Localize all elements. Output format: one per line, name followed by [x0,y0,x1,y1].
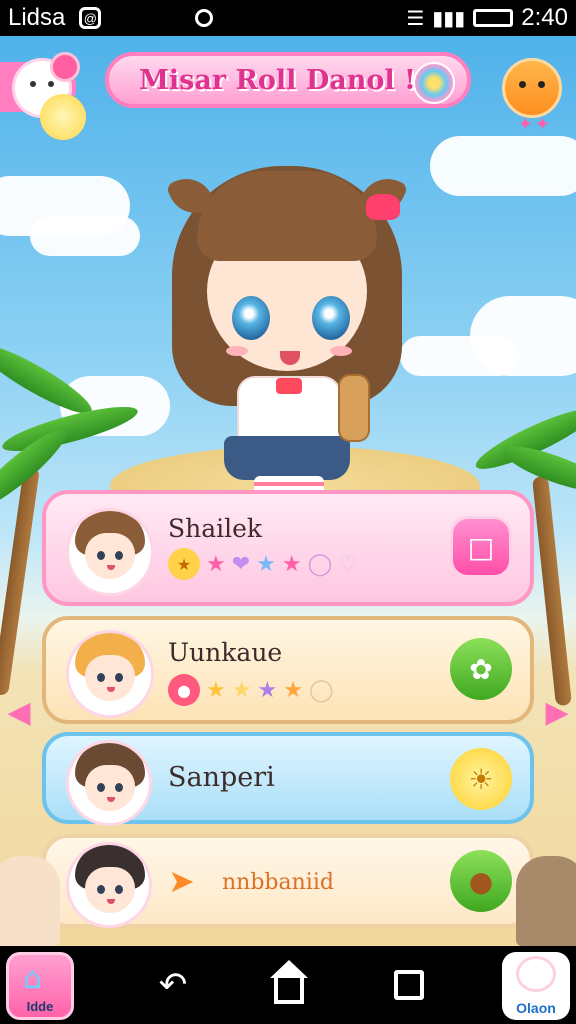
recent-apps-button[interactable] [386,962,432,1008]
avatar [66,740,152,826]
heart-icon: ❤ [231,551,251,577]
heart-icon: ♡ [338,551,358,577]
back-arrow-icon: ↶ [158,965,188,1005]
system-navigation-bar: ⌂ Idde ↶ Olaon [0,946,576,1024]
cloud [30,216,140,256]
back-button[interactable]: ↶ [150,962,196,1008]
signal-icon: ▮▮▮ [432,7,466,30]
ring-icon: ◯ [308,677,334,703]
star-icon: ★ [206,551,226,577]
home-button[interactable] [266,960,312,1008]
sync-icon [195,9,214,27]
star-icon: ★ [283,677,303,703]
leaf-icon: ➤ [168,862,195,900]
hair-bow [366,194,400,220]
character-card[interactable]: ➤ nnbbaniid ● [42,834,534,928]
character-name: Sanperi [168,762,275,793]
palm-tree-trunk [0,466,40,696]
background-dog [516,856,576,946]
title-banner[interactable]: Misar Roll Danol ! [105,52,471,108]
sun-button[interactable]: ☀ [450,748,512,810]
star-icon: ★ [281,551,302,577]
flower-icon [50,52,80,82]
sparkle-icon: ✦✦ [517,114,552,135]
prev-arrow-icon[interactable]: ◀ [6,696,32,730]
badge-icon: ★ [168,548,200,580]
notification-icon: @ [79,7,102,29]
star-icon: ★ [206,677,226,703]
wifi-icon: ☰ [406,7,425,30]
avatar [66,508,154,596]
avatar [66,630,154,718]
next-arrow-icon[interactable]: ▶ [544,696,570,730]
palm-tree-trunk [532,475,572,707]
carrier-name: Lidsa [8,4,66,31]
background-cat [0,856,60,946]
gift-box-button[interactable]: □ [450,516,512,578]
fox-mascot-icon[interactable] [502,58,562,118]
status-bar: Lidsa @ ☰ ▮▮▮ 2:40 [0,0,576,36]
fruit-flower-button[interactable]: ✿ [450,638,512,700]
cloud [430,136,576,196]
character-name: nnbbaniid [222,870,334,895]
avatar [66,842,152,928]
clan-app-button[interactable]: Olaon [502,952,570,1020]
rating-stars: ★ ★ ❤ ★ ★ ◯ ♡ [168,548,358,580]
character-card[interactable]: Uunkaue ● ★ ★ ★ ★ ◯ ✿ [42,616,534,724]
apple-icon: ● [168,674,200,706]
star-icon: ★ [256,551,276,577]
home-icon [270,960,308,1004]
moon-icon [40,94,86,140]
character-card[interactable]: Shailek ★ ★ ❤ ★ ★ ◯ ♡ □ [42,490,534,606]
ring-icon: ◯ [307,551,333,577]
clan-app-label: Olaon [516,1000,556,1016]
home-app-label: Idde [26,999,54,1014]
bear-icon [516,956,556,992]
candy-icon[interactable] [413,62,455,104]
page-title: Misar Roll Danol ! [139,64,416,96]
chibi-character[interactable] [152,126,422,516]
clock: 2:40 [521,4,568,31]
character-card[interactable]: Sanperi ☀ [42,732,534,826]
game-scene: Misar Roll Danol ! ✦✦ ◀ ▶ Shailek ★ ★ ❤ … [0,36,576,946]
star-icon: ★ [231,677,252,703]
battery-icon [473,9,514,27]
character-name: Shailek [168,514,263,543]
character-name: Uunkaue [168,638,283,667]
home-app-button[interactable]: ⌂ Idde [6,952,74,1020]
square-icon [394,970,424,1000]
house-icon: ⌂ [23,961,43,996]
rating-stars: ● ★ ★ ★ ★ ◯ [168,674,334,706]
character-bag [338,374,370,442]
acorn-button[interactable]: ● [450,850,512,912]
character-skirt [224,436,350,480]
star-icon: ★ [257,677,278,703]
